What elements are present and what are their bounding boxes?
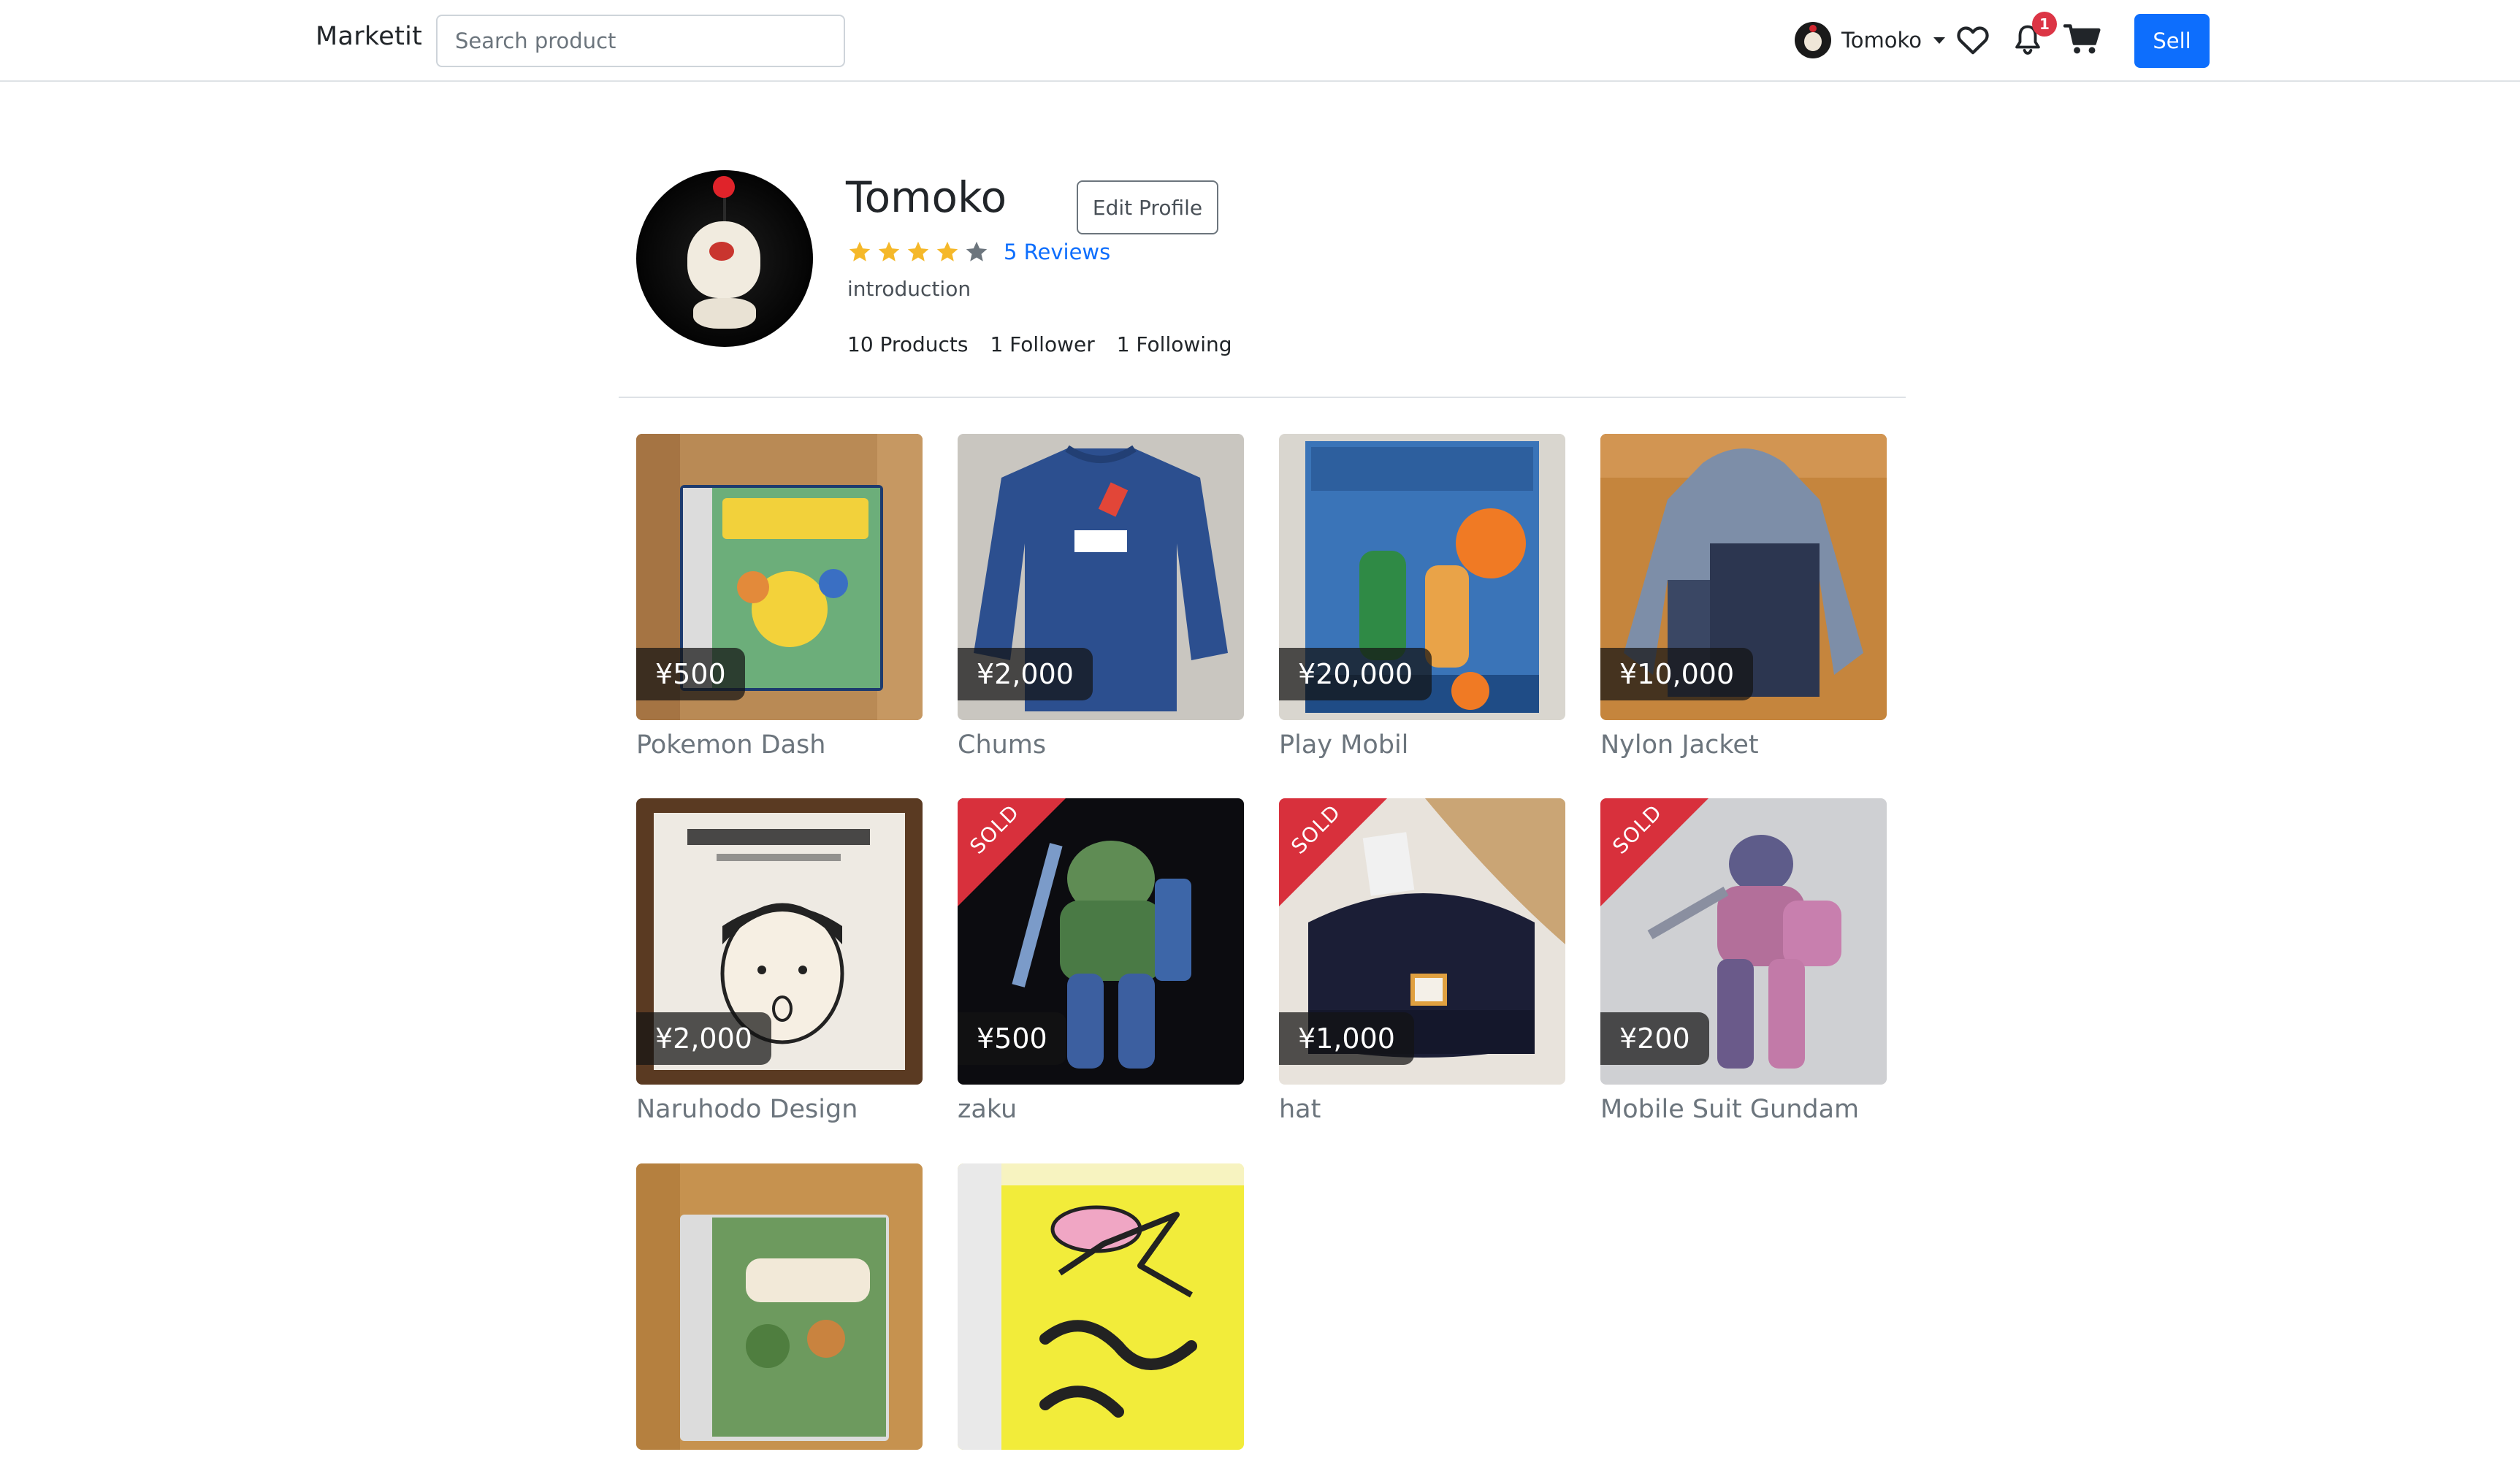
divider: [619, 397, 1906, 398]
chevron-down-icon: [1933, 37, 1946, 44]
product-card[interactable]: [636, 1163, 923, 1460]
star-icon: [936, 241, 958, 261]
product-card[interactable]: ¥2,000 Naruhodo Design: [636, 798, 923, 1124]
followers-count[interactable]: 1 Follower: [990, 332, 1094, 356]
product-card[interactable]: [958, 1163, 1244, 1460]
product-image: SOLD ¥200: [1600, 798, 1887, 1085]
product-card[interactable]: ¥2,000 Chums: [958, 434, 1244, 760]
sold-ribbon: SOLD: [1600, 798, 1708, 906]
product-price: ¥200: [1600, 1012, 1709, 1065]
reviews-link[interactable]: 5 Reviews: [1004, 240, 1110, 264]
following-count[interactable]: 1 Following: [1117, 332, 1232, 356]
product-image: ¥2,000: [958, 434, 1244, 720]
product-title[interactable]: zaku: [958, 1095, 1244, 1124]
user-name: Tomoko: [1841, 28, 1923, 53]
product-card[interactable]: SOLD ¥500 zaku: [958, 798, 1244, 1124]
star-icon: [849, 241, 871, 261]
sold-label: SOLD: [1608, 800, 1667, 859]
product-price: ¥500: [958, 1012, 1066, 1065]
profile-name: Tomoko: [846, 172, 1007, 222]
product-price: ¥20,000: [1279, 648, 1432, 700]
edit-profile-button[interactable]: Edit Profile: [1077, 180, 1218, 234]
notifications-button[interactable]: 1: [2007, 12, 2057, 60]
star-empty-icon: [966, 241, 988, 261]
search-input[interactable]: Search product: [436, 15, 845, 67]
sold-ribbon: SOLD: [958, 798, 1066, 906]
favorites-button[interactable]: [1952, 19, 1993, 60]
navbar: Marketit Search product Tomoko 1 Sell: [0, 0, 2520, 82]
products-count[interactable]: 10 Products: [847, 332, 968, 356]
product-title[interactable]: Chums: [958, 730, 1244, 760]
product-price: ¥1,000: [1279, 1012, 1414, 1065]
star-icon: [878, 241, 900, 261]
product-title[interactable]: Mobile Suit Gundam: [1600, 1095, 1887, 1124]
profile-introduction: introduction: [847, 277, 971, 301]
product-image: [958, 1163, 1244, 1450]
product-image: SOLD ¥500: [958, 798, 1244, 1085]
product-image: ¥10,000: [1600, 434, 1887, 720]
product-card[interactable]: ¥10,000 Nylon Jacket: [1600, 434, 1887, 760]
product-image: ¥2,000: [636, 798, 923, 1085]
product-card[interactable]: SOLD ¥1,000 hat: [1279, 798, 1565, 1124]
product-price: ¥500: [636, 648, 745, 700]
product-title[interactable]: hat: [1279, 1095, 1565, 1124]
product-title[interactable]: Play Mobil: [1279, 730, 1565, 760]
product-title[interactable]: Naruhodo Design: [636, 1095, 923, 1124]
avatar: [1795, 22, 1831, 58]
rating: 5 Reviews: [847, 240, 1110, 264]
product-price: ¥2,000: [958, 648, 1093, 700]
profile-stats: 10 Products 1 Follower 1 Following: [847, 332, 1232, 356]
product-image: ¥500: [636, 434, 923, 720]
sold-ribbon: SOLD: [1279, 798, 1387, 906]
product-card[interactable]: ¥20,000 Play Mobil: [1279, 434, 1565, 760]
brand-logo[interactable]: Marketit: [316, 22, 422, 51]
product-price: ¥2,000: [636, 1012, 771, 1065]
star-icon: [907, 241, 929, 261]
user-menu[interactable]: Tomoko: [1795, 22, 1946, 58]
cart-icon: [2063, 24, 2101, 54]
sell-button[interactable]: Sell: [2134, 14, 2210, 68]
notification-badge: 1: [2032, 12, 2057, 37]
product-title[interactable]: Pokemon Dash: [636, 730, 923, 760]
product-title[interactable]: Nylon Jacket: [1600, 730, 1887, 760]
product-card[interactable]: ¥500 Pokemon Dash: [636, 434, 923, 760]
product-price: ¥10,000: [1600, 648, 1754, 700]
cart-button[interactable]: [2062, 19, 2103, 60]
search-placeholder: Search product: [455, 28, 616, 53]
profile-avatar: [636, 170, 813, 347]
sold-label: SOLD: [1286, 800, 1345, 859]
product-card[interactable]: SOLD ¥200 Mobile Suit Gundam: [1600, 798, 1887, 1124]
product-image: ¥20,000: [1279, 434, 1565, 720]
product-image: [636, 1163, 923, 1450]
heart-icon: [1957, 26, 1989, 55]
product-image: SOLD ¥1,000: [1279, 798, 1565, 1085]
sold-label: SOLD: [965, 800, 1024, 859]
